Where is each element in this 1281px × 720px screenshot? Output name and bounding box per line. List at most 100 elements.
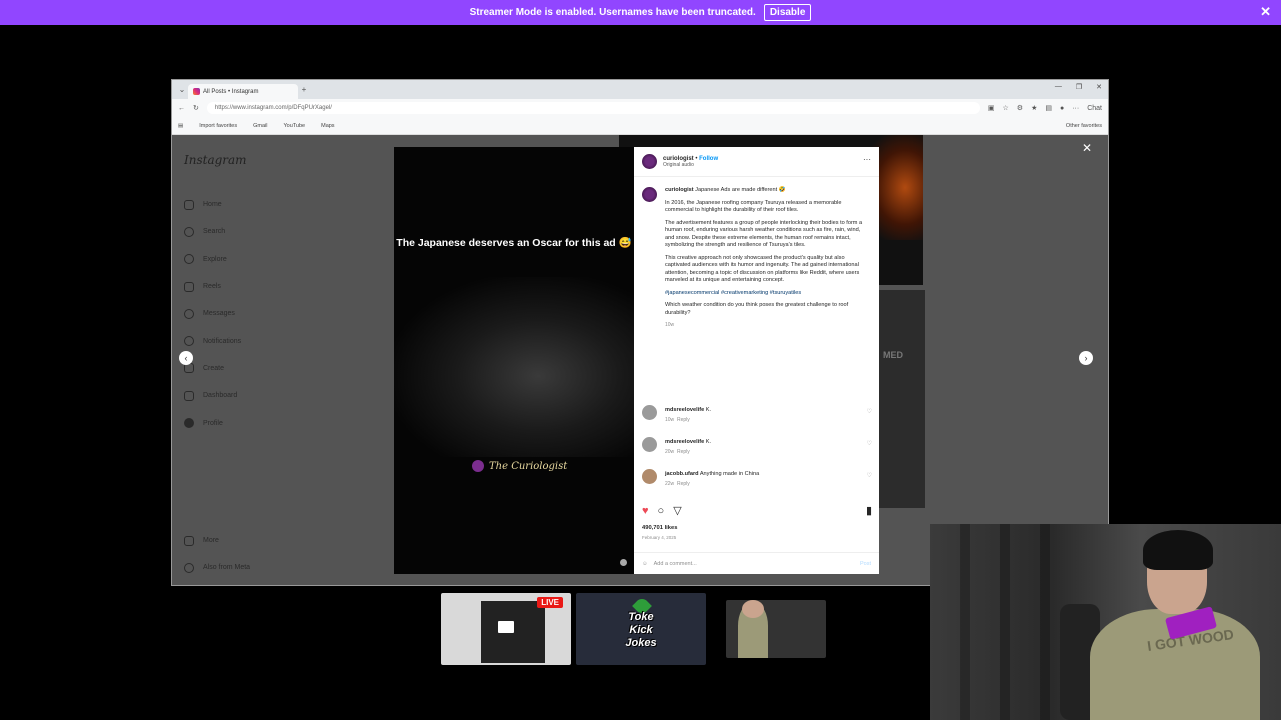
sound-toggle-icon[interactable] xyxy=(620,559,627,566)
video-caption: The Japanese deserves an Oscar for this … xyxy=(396,237,632,249)
scene-thumbnail-webcam[interactable] xyxy=(726,600,826,658)
commenter-username[interactable]: mdsreelovelife xyxy=(665,407,704,413)
reply-button[interactable]: Reply xyxy=(677,449,690,455)
comment-age: 20w xyxy=(665,449,675,455)
back-icon[interactable]: ← xyxy=(178,105,185,112)
scene-thumbnail-logo[interactable]: Toke Kick Jokes xyxy=(576,593,706,665)
reply-button[interactable]: Reply xyxy=(677,481,690,487)
url-input[interactable]: https://www.instagram.com/p/DFqPUrXagel/ xyxy=(206,102,980,114)
profile-avatar[interactable]: ● xyxy=(1060,105,1064,112)
disable-streamer-mode-button[interactable]: Disable xyxy=(763,4,812,21)
nav-label: Search xyxy=(203,228,226,236)
reply-button[interactable]: Reply xyxy=(677,417,690,423)
collections-icon[interactable]: ▤ xyxy=(1045,104,1052,112)
favorite-maps[interactable]: Maps xyxy=(321,123,334,129)
background-thumbnail-text: MED xyxy=(883,350,903,360)
copilot-button[interactable]: Chat xyxy=(1087,105,1102,112)
nav-messages[interactable]: Messages xyxy=(184,300,241,327)
comment-like-heart-icon[interactable]: ♡ xyxy=(867,472,872,479)
address-bar: ← ↻ https://www.instagram.com/p/DFqPUrXa… xyxy=(172,99,1108,117)
next-post-arrow-icon[interactable]: › xyxy=(1079,351,1093,365)
commenter-avatar[interactable] xyxy=(642,405,657,420)
follow-button[interactable]: Follow xyxy=(699,156,718,162)
refresh-icon[interactable]: ↻ xyxy=(193,104,199,112)
commenter-username[interactable]: mdsreelovelife xyxy=(665,439,704,445)
favorite-gmail[interactable]: Gmail xyxy=(253,123,267,129)
comment-like-heart-icon[interactable]: ♡ xyxy=(867,440,872,447)
nav-also-from-meta[interactable]: Also from Meta xyxy=(184,554,250,581)
nav-label: Notifications xyxy=(203,337,242,345)
caption-author-avatar[interactable] xyxy=(642,187,657,202)
commenter-avatar[interactable] xyxy=(642,437,657,452)
minimize-button[interactable]: — xyxy=(1055,83,1062,91)
nav-dashboard[interactable]: Dashboard xyxy=(184,382,241,409)
scene-thumbnail-live[interactable]: LIVE xyxy=(441,593,571,665)
comment-text: Anything made in China xyxy=(699,471,760,477)
instagram-page: Instagram Home Search Explore Reels Mess… xyxy=(172,135,1108,585)
previous-post-arrow-icon[interactable]: ‹ xyxy=(179,351,193,365)
other-favorites[interactable]: Other favorites xyxy=(1066,123,1102,129)
nav-more[interactable]: More xyxy=(184,527,250,554)
close-icon[interactable]: ✕ xyxy=(1260,4,1271,20)
new-tab-button[interactable]: + xyxy=(298,85,310,94)
modal-close-icon[interactable]: ✕ xyxy=(1082,141,1092,155)
profile-avatar-icon xyxy=(184,418,194,429)
nav-notifications[interactable]: Notifications xyxy=(184,327,241,354)
post-video[interactable]: The Japanese deserves an Oscar for this … xyxy=(394,147,634,574)
window-close-button[interactable]: ✕ xyxy=(1096,83,1102,91)
split-screen-icon[interactable]: ▣ xyxy=(988,104,995,112)
audio-label[interactable]: Original audio xyxy=(663,162,718,168)
nav-label: Profile xyxy=(203,419,223,427)
favorite-youtube[interactable]: YouTube xyxy=(283,123,305,129)
like-heart-icon[interactable]: ♥ xyxy=(642,505,649,517)
favorite-star-icon[interactable]: ☆ xyxy=(1003,104,1009,112)
comment-body: mdsreelovelife K. 20w Reply xyxy=(665,437,711,457)
post-actions: ♥ ○ ▽ ▮ xyxy=(642,504,872,518)
extensions-icon[interactable]: ⚙ xyxy=(1017,104,1023,112)
instagram-logo[interactable]: Instagram xyxy=(184,153,247,167)
nav-search[interactable]: Search xyxy=(184,218,241,245)
favorite-import[interactable]: Import favorites xyxy=(199,123,237,129)
separator-dot: • xyxy=(695,155,698,162)
author-avatar[interactable] xyxy=(642,154,657,169)
nav-label: More xyxy=(203,537,219,545)
comment-bubble-icon[interactable]: ○ xyxy=(658,505,665,517)
logo-text: Toke xyxy=(628,611,654,623)
share-send-icon[interactable]: ▽ xyxy=(673,504,681,517)
home-icon xyxy=(184,199,194,210)
commenter-avatar[interactable] xyxy=(642,469,657,484)
settings-more-icon[interactable]: ··· xyxy=(1072,105,1079,112)
nav-home[interactable]: Home xyxy=(184,191,241,218)
nav-reels[interactable]: Reels xyxy=(184,273,241,300)
nav-label: Messages xyxy=(203,310,235,318)
compass-icon xyxy=(184,254,194,265)
maximize-button[interactable]: ❐ xyxy=(1076,83,1082,91)
caption-hashtags[interactable]: #japanesecommercial #creativemarketing #… xyxy=(665,290,863,298)
post-comment-button[interactable]: Post xyxy=(860,561,871,567)
tab-actions-icon[interactable]: ⌄ xyxy=(176,85,188,94)
caption-username[interactable]: curiologist xyxy=(665,187,694,193)
nav-profile[interactable]: Profile xyxy=(184,409,241,436)
caption-paragraph: The advertisement features a group of pe… xyxy=(665,219,863,249)
favorites-icon[interactable]: ★ xyxy=(1031,104,1037,112)
add-comment-bar: ☺ Add a comment... Post xyxy=(634,552,879,574)
author-username[interactable]: curiologist xyxy=(663,156,694,162)
emoji-icon[interactable]: ☺ xyxy=(642,561,648,567)
save-bookmark-icon[interactable]: ▮ xyxy=(866,504,872,517)
caption-age: 10w xyxy=(665,322,675,328)
comment-text: K. xyxy=(705,407,712,413)
comment-like-heart-icon[interactable]: ♡ xyxy=(867,408,872,415)
caption-text: curiologist Japanese Ads are made differ… xyxy=(665,187,863,335)
favorites-menu-icon[interactable]: ▤ xyxy=(178,123,183,129)
caption-paragraph: In 2016, the Japanese roofing company Ts… xyxy=(665,199,842,214)
brand-name: The Curiologist xyxy=(489,460,568,472)
likes-count[interactable]: 490,701 likes xyxy=(642,525,677,531)
logo-text: Jokes xyxy=(625,637,657,649)
commenter-username[interactable]: jacobb.ufard xyxy=(665,471,699,477)
caption-paragraph: This creative approach not only showcase… xyxy=(665,254,860,284)
nav-explore[interactable]: Explore xyxy=(184,246,241,273)
more-options-icon[interactable]: ··· xyxy=(863,155,871,164)
add-comment-input[interactable]: Add a comment... xyxy=(654,561,697,567)
tab-instagram[interactable]: All Posts • Instagram xyxy=(188,84,298,99)
comment-item: mdsreelovelife K. 10w Reply ♡ xyxy=(642,405,872,425)
